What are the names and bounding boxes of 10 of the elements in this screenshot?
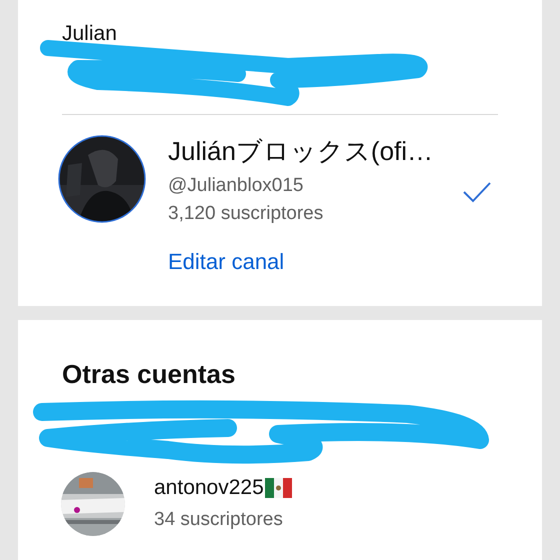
- account-label: Julian: [62, 21, 118, 47]
- subscriber-count: 3,120 suscriptores: [168, 202, 324, 226]
- edit-channel-link[interactable]: Editar canal: [168, 248, 284, 276]
- channel-name: Juliánブロックス(ofi…: [168, 135, 434, 167]
- account-row[interactable]: Juliánブロックス(ofi… @Julianblox015 3,120 suscriptores Editar canal: [58, 115, 498, 276]
- subscriber-count: 34 suscriptores: [154, 508, 284, 532]
- section-title: Otras cuentas: [62, 358, 236, 390]
- channel-handle: @Julianblox015: [168, 174, 304, 198]
- account-row[interactable]: antonov225 34 suscriptores: [61, 472, 498, 536]
- account-name: antonov225: [154, 475, 264, 501]
